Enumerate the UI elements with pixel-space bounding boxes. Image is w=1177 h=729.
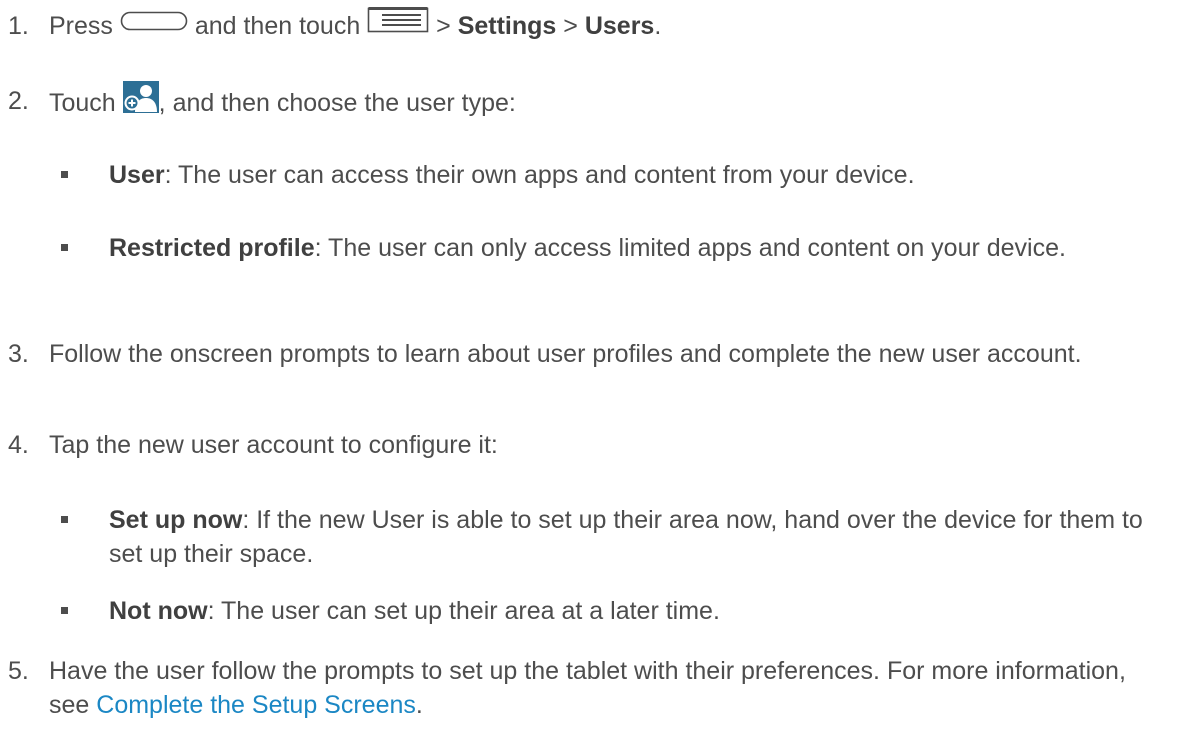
option-description: : If the new User is able to set up thei… (109, 506, 1143, 568)
step-text: Have the user follow the prompts to set … (49, 657, 1126, 719)
step-3: 3. Follow the onscreen prompts to learn … (8, 337, 1165, 371)
menu-icon (367, 6, 429, 42)
step-text: Follow the onscreen prompts to learn abo… (49, 340, 1082, 368)
step-number: 3. (8, 340, 29, 368)
users-label: Users (584, 12, 655, 40)
option-description: : The user can set up their area at a la… (207, 597, 720, 625)
option-description: : The user can only access limited apps … (314, 234, 1066, 262)
instruction-document: 1. Press and then touch > Settings > Use… (0, 0, 1177, 729)
home-button-icon (120, 7, 188, 41)
step-number: 4. (8, 431, 29, 459)
step-text: Tap the new user account to configure it… (49, 431, 498, 459)
add-user-icon (122, 81, 159, 122)
step-text: Press and then touch > Settings > Users. (49, 6, 1165, 45)
settings-label: Settings (457, 12, 557, 40)
step-number: 2. (8, 87, 29, 115)
list-item-user: User: The user can access their own apps… (55, 158, 1165, 192)
complete-setup-screens-link[interactable]: Complete the Setup Screens (96, 691, 416, 719)
list-item-not-now: Not now: The user can set up their area … (55, 594, 1165, 628)
bullet (61, 171, 68, 178)
step-number: 5. (8, 657, 29, 685)
option-term: Not now (109, 597, 208, 625)
step-5: 5. Have the user follow the prompts to s… (8, 654, 1165, 722)
option-term: User (109, 161, 165, 189)
step-number: 1. (8, 12, 29, 40)
step-text: Touch , and then choose the user type: (49, 81, 1165, 125)
option-description: : The user can access their own apps and… (164, 161, 915, 189)
list-item-restricted-profile: Restricted profile: The user can only ac… (55, 231, 1165, 265)
step-1: 1. Press and then touch > Settings > Use… (8, 6, 1165, 45)
step-2: 2. Touch , and then choose the user type… (8, 81, 1165, 125)
step-4: 4. Tap the new user account to configure… (8, 428, 1165, 462)
bullet (61, 607, 68, 614)
bullet (61, 244, 68, 251)
option-term: Restricted profile (109, 234, 315, 262)
bullet (61, 516, 68, 523)
list-item-set-up-now: Set up now: If the new User is able to s… (55, 503, 1165, 571)
option-term: Set up now (109, 506, 243, 534)
